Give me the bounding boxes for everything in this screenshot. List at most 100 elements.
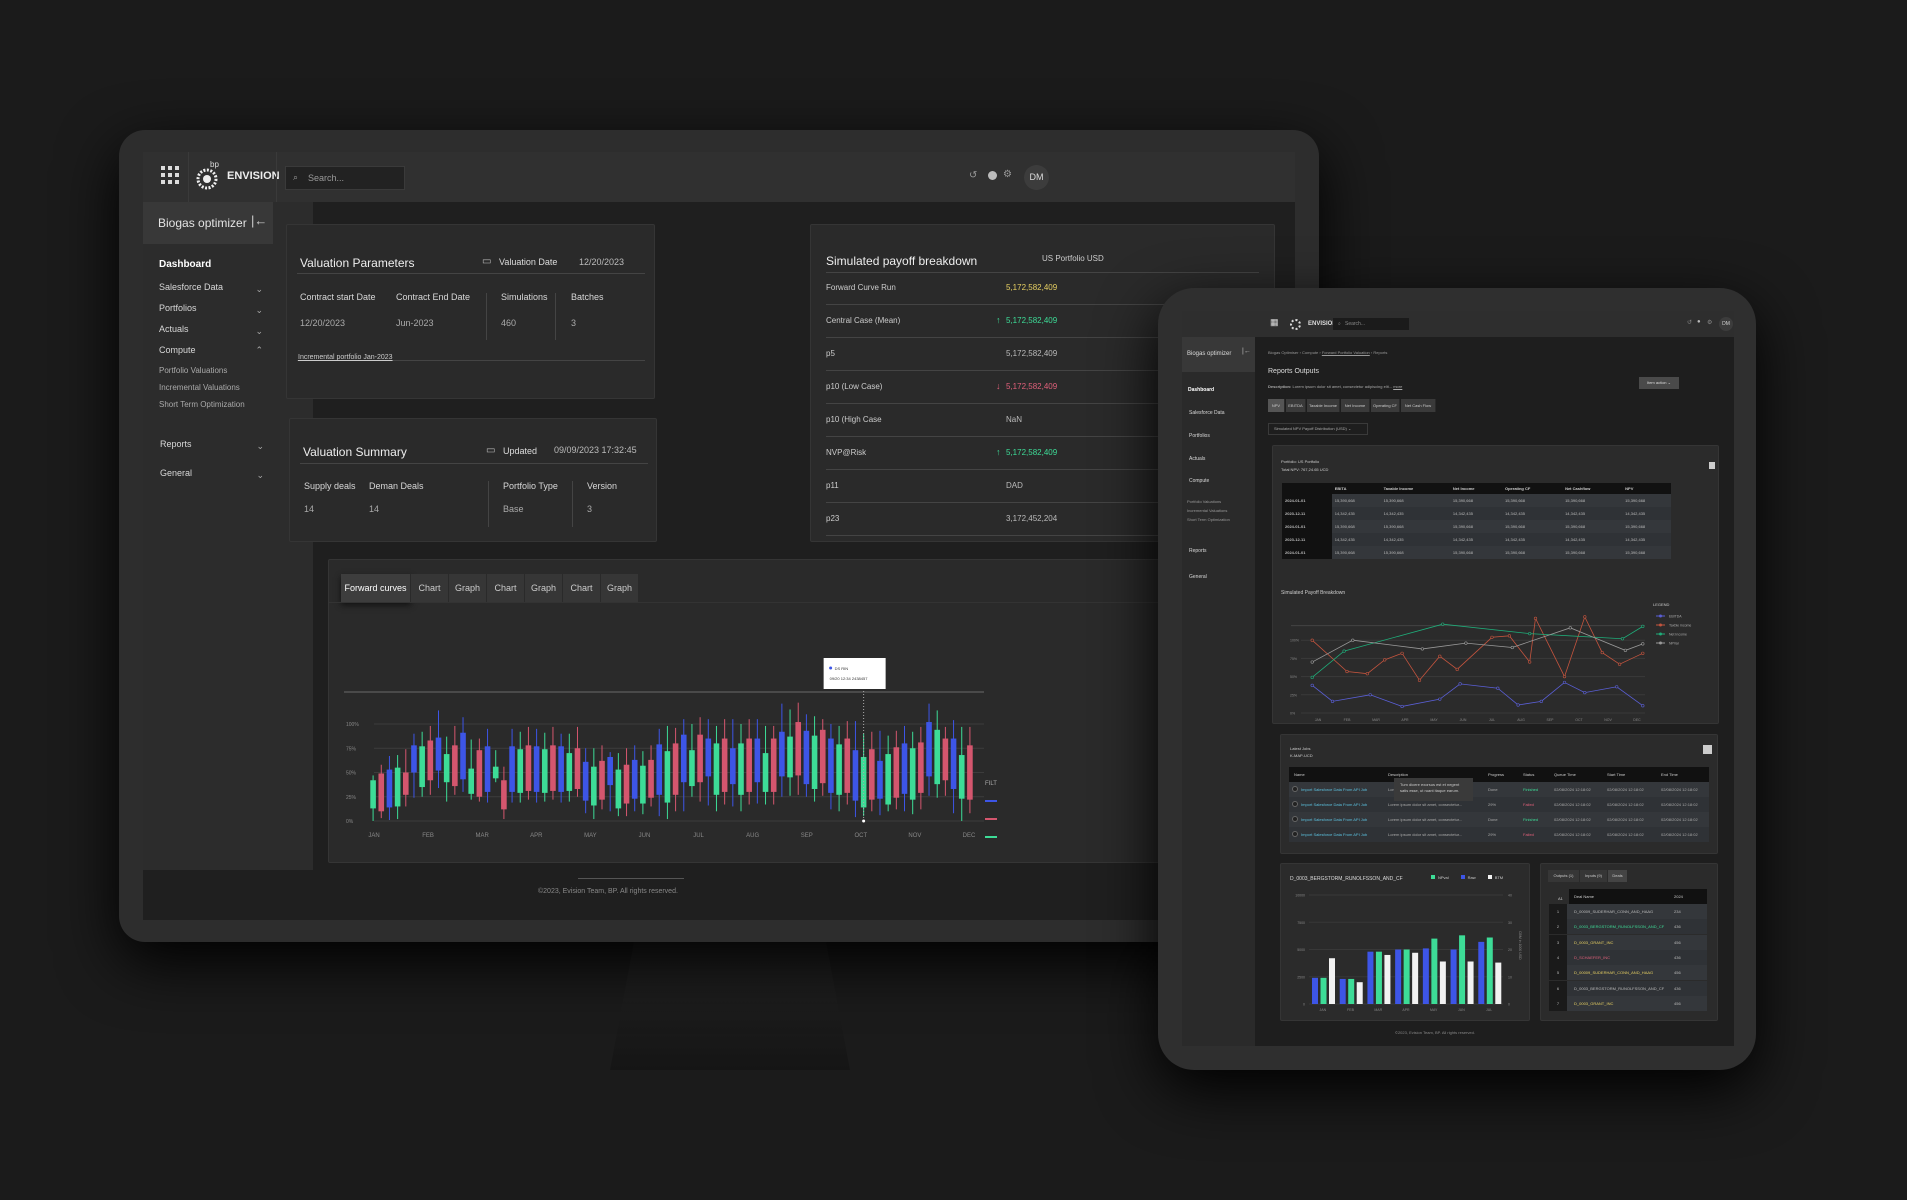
- candle-body[interactable]: [550, 745, 556, 791]
- data-point[interactable]: [1310, 675, 1314, 679]
- bar[interactable]: [1486, 937, 1493, 1004]
- candle-body[interactable]: [468, 768, 474, 794]
- candle-body[interactable]: [591, 766, 597, 806]
- data-point[interactable]: [1568, 626, 1572, 630]
- candle-body[interactable]: [492, 766, 499, 779]
- sidebar-subitem[interactable]: Short Term Optimization: [1187, 515, 1230, 524]
- sidebar-subitem[interactable]: Incremental Valuations: [1187, 506, 1230, 515]
- candle-body[interactable]: [623, 764, 630, 804]
- candle-body[interactable]: [394, 767, 401, 807]
- bar[interactable]: [1467, 961, 1474, 1004]
- deals-tab[interactable]: Inputs (9): [1580, 870, 1608, 882]
- candle-body[interactable]: [697, 734, 703, 783]
- metric-tab[interactable]: Net Cash Flow: [1401, 399, 1436, 412]
- data-point[interactable]: [1330, 699, 1335, 703]
- metric-tab[interactable]: Operating CF: [1371, 399, 1400, 412]
- candle-body[interactable]: [803, 730, 810, 785]
- candle-body[interactable]: [566, 753, 573, 791]
- sidebar-item-salesforce-data[interactable]: Salesforce Data ⌄: [159, 282, 263, 294]
- data-point[interactable]: [1458, 682, 1462, 686]
- data-point[interactable]: [1438, 697, 1442, 701]
- bar[interactable]: [1478, 941, 1485, 1004]
- candle-body[interactable]: [476, 750, 483, 797]
- data-point[interactable]: [1620, 637, 1625, 641]
- candle-body[interactable]: [615, 769, 622, 809]
- metric-tab[interactable]: NPV: [1268, 399, 1285, 412]
- sidebar-item-actuals[interactable]: Actuals: [1189, 456, 1205, 462]
- candle-body[interactable]: [689, 750, 695, 787]
- candle-body[interactable]: [926, 722, 932, 777]
- data-point[interactable]: [1583, 691, 1587, 695]
- data-point[interactable]: [1615, 685, 1619, 689]
- chart-tab[interactable]: Graph: [525, 574, 563, 602]
- candle-body[interactable]: [787, 736, 793, 778]
- bar[interactable]: [1367, 951, 1374, 1004]
- data-point[interactable]: [1562, 674, 1567, 679]
- candle-body[interactable]: [656, 744, 663, 795]
- data-point[interactable]: [1496, 686, 1500, 690]
- data-point[interactable]: [1441, 622, 1445, 626]
- sidebar-item-general[interactable]: General: [1189, 574, 1207, 580]
- history-icon[interactable]: ↺: [969, 170, 977, 181]
- chart-tab[interactable]: Graph: [449, 574, 487, 602]
- data-point[interactable]: [1310, 660, 1314, 664]
- deal-row[interactable]: 6 D_0003_BERGSTORM_RUNOLFSSON_AND_CF 436: [1549, 980, 1707, 996]
- data-point[interactable]: [1641, 704, 1645, 708]
- data-point[interactable]: [1641, 624, 1645, 628]
- breadcrumb-item[interactable]: Forward Portfolio Valuation: [1322, 350, 1370, 355]
- candle-body[interactable]: [713, 743, 720, 795]
- download-icon[interactable]: [1709, 462, 1715, 469]
- candle-body[interactable]: [435, 737, 442, 771]
- row-radio[interactable]: [1292, 801, 1298, 807]
- candle-body[interactable]: [844, 738, 851, 793]
- user-avatar[interactable]: DM: [1024, 165, 1049, 190]
- bar[interactable]: [1422, 948, 1429, 1004]
- candle-body[interactable]: [721, 738, 728, 792]
- table-cell[interactable]: Import Salesforce Data From API Job: [1301, 787, 1367, 792]
- metric-tab[interactable]: Net Income: [1341, 399, 1370, 412]
- sidebar-subitem-incremental-valuations[interactable]: Incremental Valuations: [159, 379, 245, 396]
- candle-body[interactable]: [958, 755, 965, 799]
- info-icon[interactable]: [988, 171, 997, 180]
- candle-body[interactable]: [901, 743, 908, 794]
- deal-row[interactable]: 3 D_0003_GRANT_INC 456: [1549, 934, 1707, 950]
- data-point[interactable]: [1400, 651, 1404, 655]
- column-header[interactable]: 2024: [1674, 894, 1683, 899]
- candle-body[interactable]: [909, 748, 916, 800]
- candle-body[interactable]: [419, 746, 425, 788]
- bar[interactable]: [1384, 954, 1391, 1004]
- sidebar-item-salesforce-data[interactable]: Salesforce Data: [1189, 410, 1225, 416]
- candle-body[interactable]: [386, 769, 393, 808]
- candle-body[interactable]: [533, 746, 540, 792]
- candle-body[interactable]: [746, 738, 752, 792]
- data-point[interactable]: [1600, 650, 1604, 655]
- sidebar-subitem-portfolio-valuations[interactable]: Portfolio Valuations: [159, 362, 245, 379]
- candle-body[interactable]: [869, 749, 875, 800]
- deals-tab[interactable]: Outputs (1): [1548, 870, 1580, 882]
- candle-body[interactable]: [918, 742, 924, 793]
- data-point[interactable]: [1528, 632, 1532, 636]
- candle-body[interactable]: [599, 760, 605, 800]
- bar[interactable]: [1439, 961, 1446, 1004]
- chart-tab[interactable]: Chart: [411, 574, 449, 602]
- row-radio[interactable]: [1292, 816, 1298, 822]
- job-row[interactable]: Import Salesforce Data From API Job Lorem…: [1289, 812, 1709, 827]
- candle-body[interactable]: [664, 751, 671, 803]
- candle-body[interactable]: [738, 743, 744, 795]
- bar[interactable]: [1329, 958, 1335, 1004]
- data-point[interactable]: [1351, 638, 1355, 642]
- candle-body[interactable]: [819, 729, 826, 784]
- bar[interactable]: [1356, 982, 1363, 1004]
- settings-icon[interactable]: ⚙: [1707, 319, 1712, 326]
- item-action-button[interactable]: Item action ⌄: [1639, 377, 1679, 389]
- metric-tab[interactable]: Taxable Income: [1307, 399, 1340, 412]
- candle-body[interactable]: [370, 780, 376, 809]
- candle-body[interactable]: [541, 749, 548, 793]
- job-row[interactable]: Import Salesforce Data From API Job Lorem…: [1289, 827, 1709, 842]
- data-point[interactable]: [1420, 647, 1424, 651]
- candle-body[interactable]: [443, 754, 450, 783]
- filter-legend-swatch[interactable]: [985, 836, 997, 838]
- candle-body[interactable]: [452, 745, 458, 787]
- candle-body[interactable]: [934, 729, 941, 785]
- data-point[interactable]: [1383, 658, 1387, 662]
